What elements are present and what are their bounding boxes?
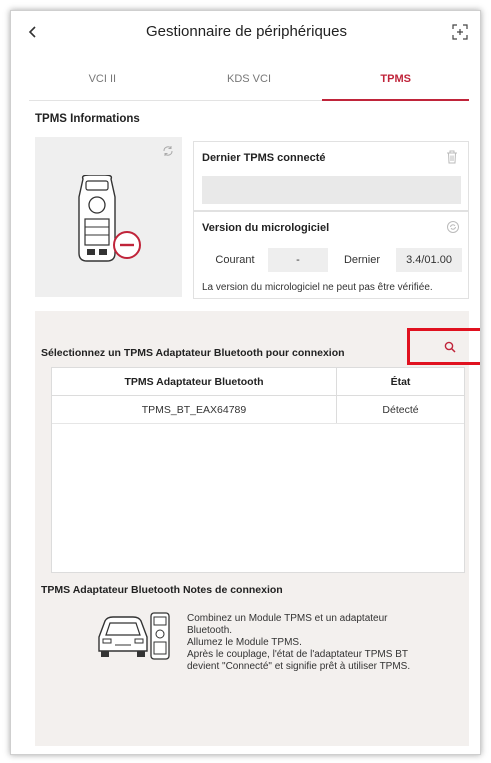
firmware-card: Version du micrologiciel Courant - Derni… — [193, 211, 469, 299]
table-empty-area — [52, 424, 464, 572]
notes-title: TPMS Adaptateur Bluetooth Notes de conne… — [41, 584, 283, 596]
firmware-note: La version du micrologiciel ne peut pas … — [202, 282, 433, 293]
car-and-adapter-icon — [98, 612, 170, 660]
adapter-table: TPMS Adaptateur Bluetooth État TPMS_BT_E… — [51, 367, 465, 573]
search-icon — [444, 341, 456, 353]
page-title: Gestionnaire de périphériques — [146, 23, 347, 40]
trash-icon[interactable] — [446, 150, 458, 164]
tab-vci-ii[interactable]: VCI II — [29, 63, 176, 100]
search-button[interactable] — [407, 328, 480, 365]
firmware-row: Courant - Dernier 3.4/01.00 — [202, 248, 462, 272]
device-manager-window: Gestionnaire de périphériques VCI II KDS… — [10, 10, 481, 755]
tpms-tool-disconnected-icon — [78, 175, 141, 262]
last-tpms-card: Dernier TPMS connecté — [193, 141, 469, 211]
adapter-panel: Sélectionnez un TPMS Adaptateur Bluetoot… — [35, 311, 480, 746]
expand-button[interactable] — [448, 20, 472, 44]
refresh-icon[interactable] — [162, 145, 174, 157]
adapter-name-cell: TPMS_BT_EAX64789 — [52, 396, 337, 423]
tpms-info-title: TPMS Informations — [35, 113, 140, 125]
adapter-status-cell: Détecté — [382, 403, 419, 416]
table-header: TPMS Adaptateur Bluetooth État — [52, 368, 464, 396]
expand-icon — [452, 24, 468, 40]
column-header-status: État — [390, 375, 411, 388]
sync-icon[interactable] — [446, 220, 460, 234]
select-adapter-title: Sélectionnez un TPMS Adaptateur Bluetoot… — [41, 347, 345, 359]
last-tpms-value — [202, 176, 461, 204]
latest-value: 3.4/01.00 — [396, 248, 462, 272]
firmware-label: Version du micrologiciel — [202, 222, 330, 234]
column-header-adapter: TPMS Adaptateur Bluetooth — [52, 368, 337, 395]
tab-kds-vci[interactable]: KDS VCI — [176, 63, 323, 100]
tab-bar: VCI II KDS VCI TPMS — [29, 63, 469, 101]
table-row[interactable]: TPMS_BT_EAX64789 Détecté — [52, 396, 464, 424]
tab-tpms[interactable]: TPMS — [322, 63, 469, 101]
current-value: - — [268, 248, 328, 272]
current-label: Courant — [215, 254, 255, 266]
last-tpms-label: Dernier TPMS connecté — [202, 152, 326, 164]
latest-label: Dernier — [343, 254, 381, 266]
tpms-device-card — [35, 137, 182, 297]
notes-text: Combinez un Module TPMS et un adaptateur… — [187, 613, 411, 672]
header: Gestionnaire de périphériques — [11, 11, 480, 53]
